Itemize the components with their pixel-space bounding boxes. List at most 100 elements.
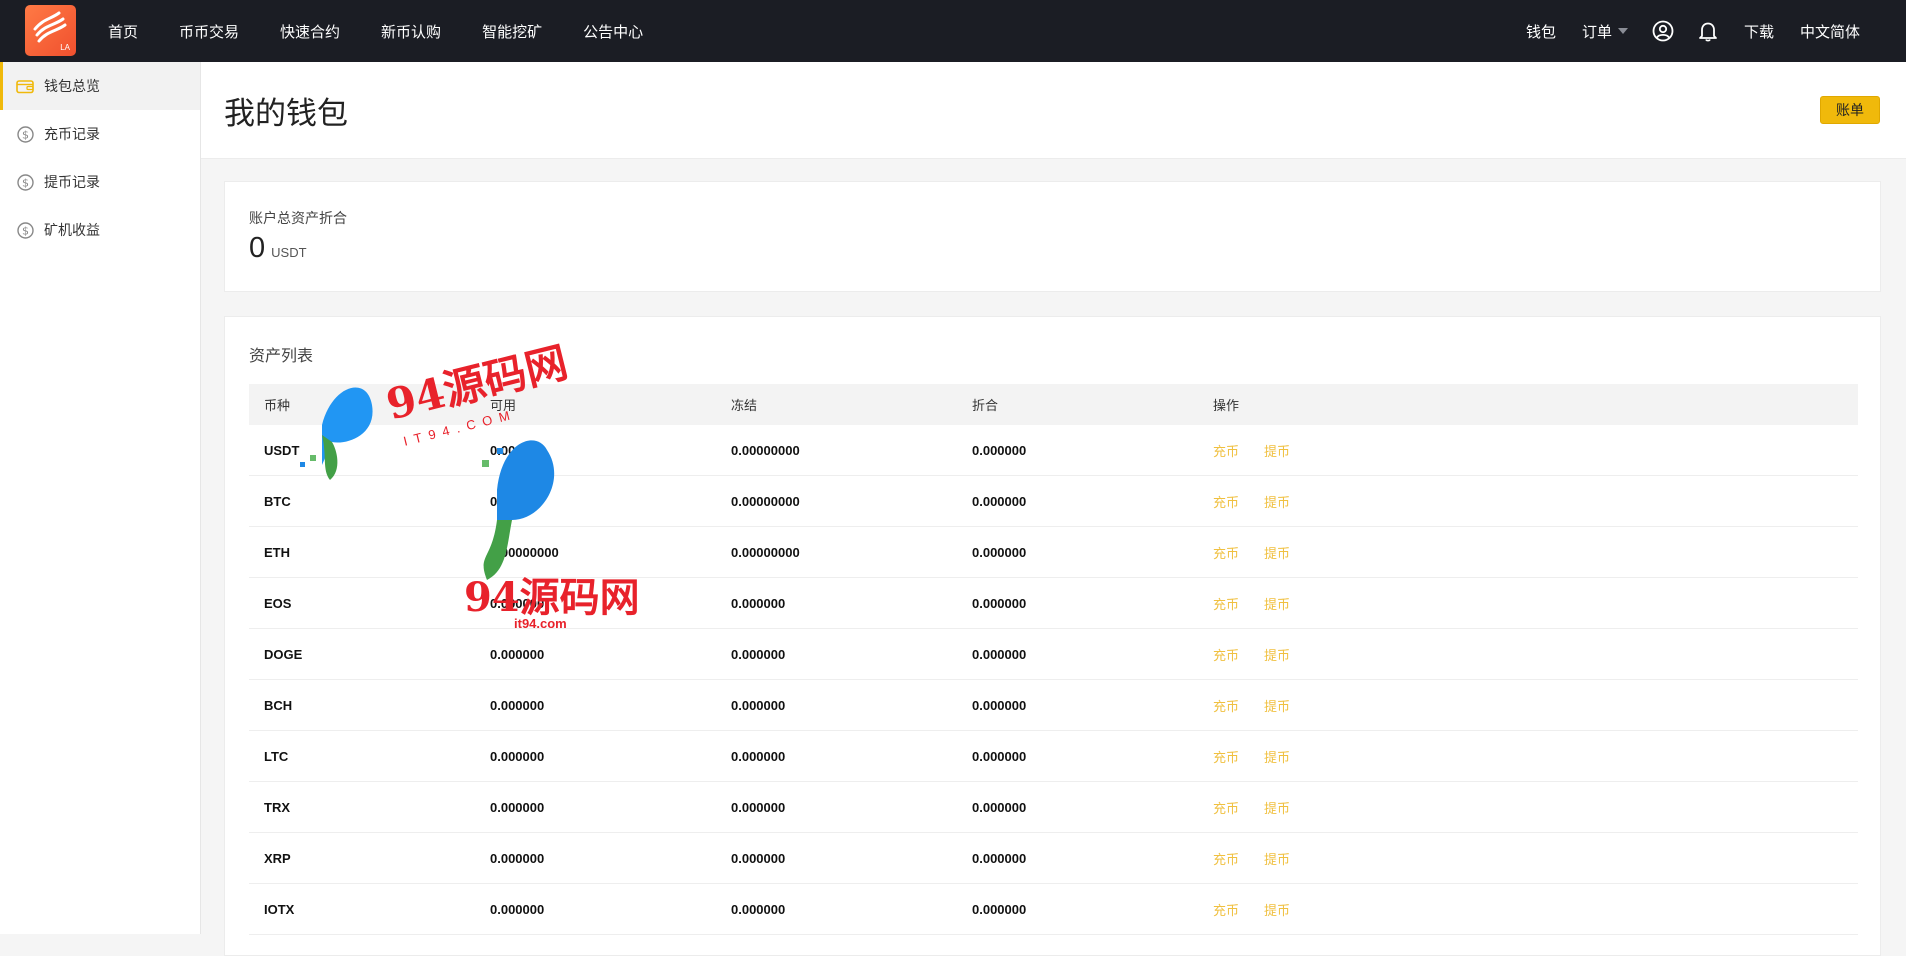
deposit-link[interactable]: 充币 (1213, 441, 1239, 460)
nav-wallet[interactable]: 钱包 (1526, 21, 1556, 42)
deposit-link[interactable]: 充币 (1213, 492, 1239, 511)
withdraw-link[interactable]: 提币 (1264, 900, 1290, 919)
cell-value: 0.000000 (972, 697, 1027, 713)
cell-frozen: 0.000000 (731, 595, 786, 611)
cell-actions: 充币 提币 (1213, 798, 1858, 817)
cell-available: 0.000000 (490, 697, 545, 713)
user-account-button[interactable] (1652, 20, 1674, 42)
withdraw-link[interactable]: 提币 (1264, 696, 1290, 715)
cell-frozen: 0.000000 (731, 748, 786, 764)
caret-down-icon (1617, 28, 1628, 34)
cell-coin: BTC (264, 493, 291, 509)
cell-actions: 充币 提币 (1213, 594, 1858, 613)
column-header-frozen: 冻结 (731, 398, 758, 413)
nav-new-coin-subscription[interactable]: 新币认购 (381, 21, 441, 42)
notifications-button[interactable] (1698, 20, 1718, 42)
svg-text:$: $ (22, 128, 29, 141)
orders-label: 订单 (1581, 23, 1612, 41)
deposit-link[interactable]: 充币 (1213, 645, 1239, 664)
total-assets-card: 账户总资产折合 0 USDT (224, 181, 1881, 292)
bill-button[interactable]: 账单 (1820, 96, 1880, 124)
cell-value: 0.000000 (972, 748, 1027, 764)
table-row: LTC 0.000000 0.000000 0.000000 充币 提币 (249, 731, 1858, 782)
deposit-link[interactable]: 充币 (1213, 849, 1239, 868)
cell-coin: USDT (264, 442, 300, 458)
deposit-link[interactable]: 充币 (1213, 543, 1239, 562)
table-row: XRP 0.000000 0.000000 0.000000 充币 提币 (249, 833, 1858, 884)
deposit-link[interactable]: 充币 (1213, 747, 1239, 766)
table-body: USDT 0.000 0.00000000 0.000000 充币 提币 BTC 0 0.000… (249, 425, 1858, 935)
asset-list-title: 资产列表 (249, 348, 314, 365)
sidebar-item-label: 矿机收益 (44, 222, 100, 238)
table-row: EOS 0.000000 0.000000 0.000000 充币 提币 (249, 578, 1858, 629)
cell-coin: IOTX (264, 901, 295, 917)
withdraw-link[interactable]: 提币 (1264, 645, 1290, 664)
deposit-link[interactable]: 充币 (1213, 900, 1239, 919)
cell-frozen: 0.000000 (731, 850, 786, 866)
sidebar-item-label: 钱包总览 (44, 78, 100, 94)
dollar-icon: $ (16, 221, 34, 239)
nav-spot-trading[interactable]: 币币交易 (179, 21, 239, 42)
nav-announcements[interactable]: 公告中心 (583, 21, 643, 42)
withdraw-link[interactable]: 提币 (1264, 798, 1290, 817)
top-nav-bar: LA 首页 币币交易 快速合约 新币认购 智能挖矿 公告中心 钱包 订单 下载 (0, 0, 1906, 62)
cell-available: 0.00000000 (490, 544, 559, 560)
nav-smart-mining[interactable]: 智能挖矿 (482, 21, 542, 42)
deposit-link[interactable]: 充币 (1213, 696, 1239, 715)
withdraw-link[interactable]: 提币 (1264, 543, 1290, 562)
withdraw-link[interactable]: 提币 (1264, 849, 1290, 868)
cell-actions: 充币 提币 (1213, 849, 1858, 868)
language-selector[interactable]: 中文简体 (1800, 21, 1860, 42)
cell-actions: 充币 提币 (1213, 747, 1858, 766)
cell-actions: 充币 提币 (1213, 492, 1858, 511)
cell-frozen: 0.000000 (731, 646, 786, 662)
cell-actions: 充币 提币 (1213, 696, 1858, 715)
cell-actions: 充币 提币 (1213, 543, 1858, 562)
sidebar-item-deposit-records[interactable]: $ 充币记录 (0, 110, 200, 158)
sidebar-item-withdraw-records[interactable]: $ 提币记录 (0, 158, 200, 206)
nav-quick-contract[interactable]: 快速合约 (280, 21, 340, 42)
cell-value: 0.000000 (972, 799, 1027, 815)
table-row: DOGE 0.000000 0.000000 0.000000 充币 提币 (249, 629, 1858, 680)
brand-logo[interactable]: LA (25, 5, 76, 56)
cell-coin: XRP (264, 850, 291, 866)
cell-coin: BCH (264, 697, 293, 713)
cell-value: 0.000000 (972, 850, 1027, 866)
sidebar: 钱包总览 $ 充币记录 $ 提币记录 $ 矿机收益 (0, 62, 201, 934)
withdraw-link[interactable]: 提币 (1264, 492, 1290, 511)
column-header-available: 可用 (490, 398, 517, 413)
sidebar-item-wallet-overview[interactable]: 钱包总览 (0, 62, 200, 110)
total-assets-label: 账户总资产折合 (249, 210, 347, 226)
svg-text:$: $ (22, 176, 29, 189)
withdraw-link[interactable]: 提币 (1264, 747, 1290, 766)
cell-value: 0.000000 (972, 442, 1027, 458)
nav-home[interactable]: 首页 (108, 21, 138, 42)
cell-available: 0.000000 (490, 901, 545, 917)
cell-coin: EOS (264, 595, 292, 611)
deposit-link[interactable]: 充币 (1213, 798, 1239, 817)
total-amount: 0 (249, 232, 266, 264)
cell-frozen: 0.00000000 (731, 493, 800, 509)
nav-download[interactable]: 下载 (1744, 21, 1774, 42)
withdraw-link[interactable]: 提币 (1264, 441, 1290, 460)
cell-coin: LTC (264, 748, 289, 764)
cell-coin: TRX (264, 799, 290, 815)
cell-available: 0.000 (490, 442, 523, 458)
wallet-icon (16, 77, 34, 95)
table-row: IOTX 0.000000 0.000000 0.000000 充币 提币 (249, 884, 1858, 935)
nav-orders-dropdown[interactable]: 订单 (1582, 21, 1628, 42)
sidebar-item-mining-earnings[interactable]: $ 矿机收益 (0, 206, 200, 254)
dollar-icon: $ (16, 173, 34, 191)
table-header: 币种 可用 冻结 折合 操作 (249, 384, 1858, 425)
asset-list-card: 资产列表 币种 可用 冻结 折合 操作 USDT 0.000 0.00000000 0… (224, 316, 1881, 956)
sidebar-item-label: 提币记录 (44, 174, 100, 190)
deposit-link[interactable]: 充币 (1213, 594, 1239, 613)
dollar-icon: $ (16, 125, 34, 143)
table-row: TRX 0.000000 0.000000 0.000000 充币 提币 (249, 782, 1858, 833)
withdraw-link[interactable]: 提币 (1264, 594, 1290, 613)
cell-coin: ETH (264, 544, 290, 560)
cell-frozen: 0.000000 (731, 799, 786, 815)
total-unit: USDT (271, 245, 307, 260)
cell-available: 0 (490, 493, 498, 509)
table-row: ETH 0.00000000 0.00000000 0.000000 充币 提币 (249, 527, 1858, 578)
